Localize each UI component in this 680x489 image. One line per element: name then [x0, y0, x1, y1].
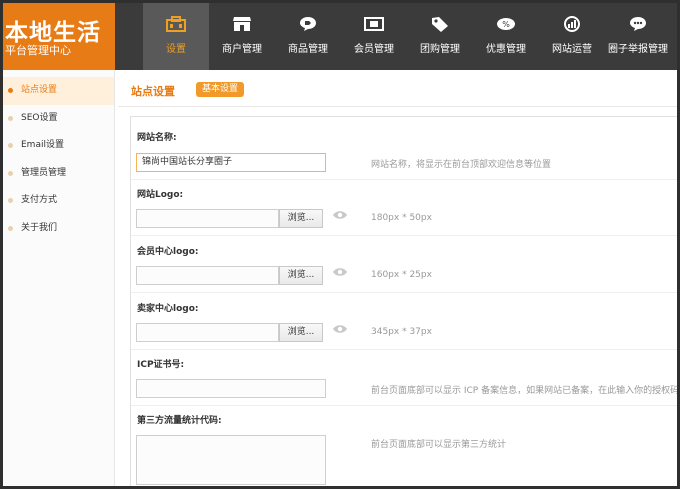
sidebar-item-payment[interactable]: 支付方式	[3, 187, 114, 215]
nav-label: 商户管理	[222, 44, 262, 55]
site-name-input[interactable]: 锦尚中国站长分享圈子	[136, 153, 326, 172]
member-logo-label: 会员中心logo:	[137, 247, 199, 257]
logo[interactable]: 本地生活 平台管理中心	[3, 3, 115, 70]
site-logo-label: 网站Logo:	[137, 190, 184, 200]
price-tag-icon	[407, 15, 473, 33]
preview-eye-icon[interactable]	[330, 210, 350, 224]
stats-code-label: 第三方流量统计代码:	[137, 416, 222, 426]
member-logo-browse-button[interactable]: 浏览...	[279, 266, 323, 285]
nav-item-members[interactable]: 会员管理	[341, 3, 407, 70]
nav-label: 圈子举报管理	[608, 44, 668, 55]
logo-subtitle: 平台管理中心	[5, 44, 71, 57]
nav-label: 会员管理	[354, 44, 394, 55]
chat-bubble-icon	[605, 15, 671, 33]
nav-label: 商品管理	[288, 44, 328, 55]
nav-item-groupbuy[interactable]: 团购管理	[407, 3, 473, 70]
seller-logo-file-input[interactable]	[136, 323, 279, 342]
sidebar: 站点设置 SEO设置 Email设置 管理员管理 支付方式 关于我们	[3, 70, 115, 486]
nav-item-circle-reports[interactable]: 圈子举报管理	[605, 3, 671, 70]
tab-basic-settings[interactable]: 基本设置	[196, 82, 245, 97]
sidebar-item-label: 支付方式	[21, 195, 58, 205]
sidebar-item-label: 站点设置	[21, 85, 58, 95]
divider	[131, 405, 677, 406]
bullet-icon	[8, 115, 13, 121]
divider	[131, 292, 677, 293]
divider	[131, 235, 677, 236]
top-bar: 本地生活 平台管理中心 设置 商户管理 商品管理 会员管理 团购管理 % 优惠管…	[3, 3, 677, 70]
nav-label: 设置	[166, 44, 186, 55]
divider	[131, 179, 677, 180]
member-logo-hint: 160px * 25px	[371, 270, 432, 280]
icp-label: ICP证书号:	[137, 360, 185, 370]
sidebar-item-email[interactable]: Email设置	[3, 132, 114, 160]
page-title: 站点设置	[131, 85, 175, 98]
site-logo-browse-button[interactable]: 浏览...	[279, 209, 323, 228]
seller-logo-label: 卖家中心logo:	[137, 304, 199, 314]
sidebar-item-site-settings[interactable]: 站点设置	[3, 77, 114, 105]
site-name-label: 网站名称:	[137, 133, 177, 143]
bullet-icon	[8, 143, 13, 148]
preview-eye-icon[interactable]	[330, 324, 350, 338]
divider	[131, 349, 677, 350]
nav-item-coupons[interactable]: % 优惠管理	[473, 3, 539, 70]
sidebar-item-admins[interactable]: 管理员管理	[3, 160, 114, 188]
icp-input[interactable]	[136, 379, 326, 398]
seller-logo-hint: 345px * 37px	[371, 327, 432, 337]
member-logo-file-input[interactable]	[136, 266, 279, 285]
member-card-icon	[341, 15, 407, 33]
main-nav: 设置 商户管理 商品管理 会员管理 团购管理 % 优惠管理 网站运营 圈子举报管…	[143, 3, 671, 70]
nav-item-operations[interactable]: 网站运营	[539, 3, 605, 70]
nav-label: 优惠管理	[486, 44, 526, 55]
bullet-icon	[8, 225, 13, 231]
site-name-hint: 网站名称，将显示在前台顶部欢迎信息等位置	[371, 160, 552, 170]
storefront-icon	[209, 15, 275, 33]
sidebar-item-about[interactable]: 关于我们	[3, 215, 114, 243]
bullet-icon	[8, 198, 13, 203]
stats-code-textarea[interactable]	[136, 435, 326, 485]
icp-hint: 前台页面底部可以显示 ICP 备案信息，如果网站已备案，在此输入你的授权码，	[371, 386, 680, 396]
bullet-icon	[8, 88, 13, 93]
preview-eye-icon[interactable]	[330, 267, 350, 281]
settings-form: 网站名称: 锦尚中国站长分享圈子 网站名称，将显示在前台顶部欢迎信息等位置 网站…	[130, 116, 680, 486]
svg-text:%: %	[502, 20, 510, 29]
nav-item-products[interactable]: 商品管理	[275, 3, 341, 70]
nav-label: 团购管理	[420, 44, 460, 55]
site-logo-file-input[interactable]	[136, 209, 279, 228]
tag-bubble-icon	[275, 15, 341, 33]
nav-item-settings[interactable]: 设置	[143, 3, 209, 70]
page-header: 站点设置 基本设置	[118, 70, 677, 107]
app-window: 本地生活 平台管理中心 设置 商户管理 商品管理 会员管理 团购管理 % 优惠管…	[0, 0, 680, 489]
site-logo-hint: 180px * 50px	[371, 213, 432, 223]
bullet-icon	[8, 170, 13, 176]
sidebar-item-label: Email设置	[21, 140, 64, 150]
sidebar-item-label: 关于我们	[21, 222, 58, 233]
nav-label: 网站运营	[552, 44, 592, 55]
coupon-icon: %	[473, 15, 539, 33]
sidebar-item-label: SEO设置	[21, 112, 58, 123]
sidebar-item-label: 管理员管理	[21, 167, 67, 178]
nav-item-merchants[interactable]: 商户管理	[209, 3, 275, 70]
chart-cycle-icon	[539, 15, 605, 33]
seller-logo-browse-button[interactable]: 浏览...	[279, 323, 323, 342]
sidebar-item-seo[interactable]: SEO设置	[3, 105, 114, 133]
stats-code-hint: 前台页面底部可以显示第三方统计	[371, 440, 507, 450]
toolbox-icon	[143, 15, 209, 33]
main-content: 站点设置 基本设置 网站名称: 锦尚中国站长分享圈子 网站名称，将显示在前台顶部…	[118, 70, 680, 486]
